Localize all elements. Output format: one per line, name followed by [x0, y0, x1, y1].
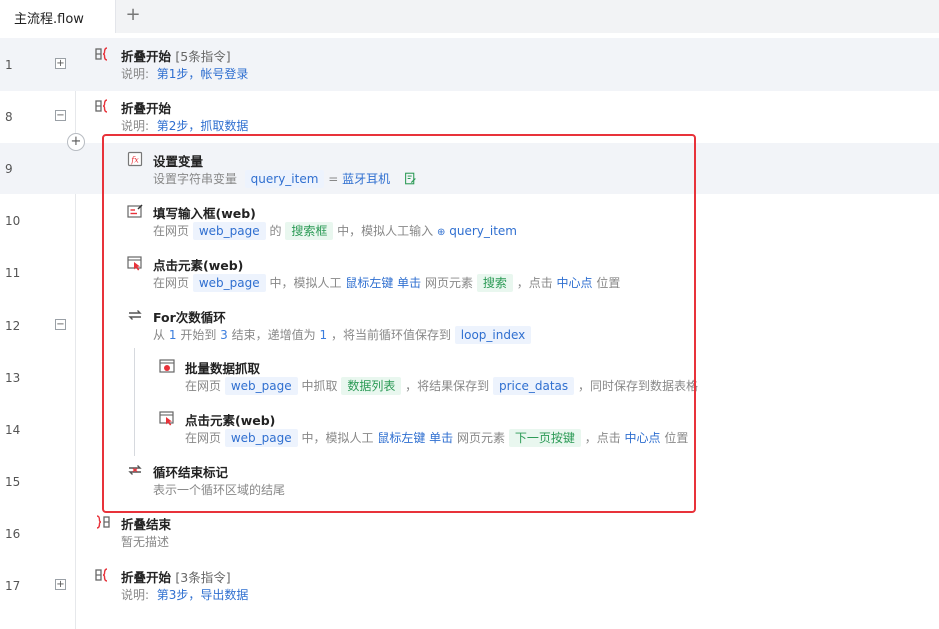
line-number: 12: [5, 319, 21, 333]
fold-start-icon: [95, 99, 108, 113]
command-title: 折叠开始: [121, 570, 172, 585]
line-number: 17: [5, 579, 21, 593]
fold-end-icon: [96, 515, 110, 529]
line-number: 8: [5, 110, 13, 124]
line-number: 16: [5, 527, 21, 541]
line-number: 11: [5, 266, 21, 280]
add-tab-button[interactable]: +: [124, 6, 142, 24]
line-number: 13: [5, 371, 21, 385]
tab-label: 主流程.flow: [14, 12, 84, 27]
desc-prefix: 说明:: [121, 119, 150, 133]
flow-row-1[interactable]: 1 + 折叠开始 [5条指令] 说明: 第1步，帐号登录: [0, 38, 939, 91]
command-desc: 暂无描述: [121, 535, 170, 549]
tab-main-flow[interactable]: 主流程.flow: [0, 0, 116, 33]
line-number: 14: [5, 423, 21, 437]
line-number: 10: [5, 214, 21, 228]
line-number: 15: [5, 475, 21, 489]
desc-prefix: 说明:: [121, 67, 150, 81]
desc-value: 第2步，抓取数据: [156, 119, 249, 133]
expand-button[interactable]: +: [55, 58, 66, 69]
instruction-count: [3条指令]: [175, 570, 231, 585]
desc-value: 第1步，帐号登录: [156, 67, 249, 81]
expand-button[interactable]: +: [55, 579, 66, 590]
selection-highlight-box: [102, 134, 696, 513]
fold-start-icon: [95, 47, 108, 61]
flow-row-17[interactable]: 17 + 折叠开始 [3条指令] 说明: 第3步，导出数据: [0, 560, 939, 612]
line-number: 1: [5, 58, 13, 72]
flow-row-16[interactable]: 16 折叠结束 暂无描述: [0, 508, 939, 560]
collapse-button[interactable]: −: [55, 110, 66, 121]
command-title: 折叠开始: [121, 101, 172, 116]
fold-start-icon: [95, 568, 108, 582]
instruction-count: [5条指令]: [175, 49, 231, 64]
tab-bar: 主流程.flow +: [0, 0, 939, 33]
command-title: 折叠结束: [121, 517, 172, 532]
line-number: 9: [5, 162, 13, 176]
command-title: 折叠开始: [121, 49, 172, 64]
collapse-button[interactable]: −: [55, 319, 66, 330]
desc-prefix: 说明:: [121, 588, 150, 602]
desc-value: 第3步，导出数据: [156, 588, 249, 602]
add-step-button[interactable]: +: [67, 133, 85, 151]
